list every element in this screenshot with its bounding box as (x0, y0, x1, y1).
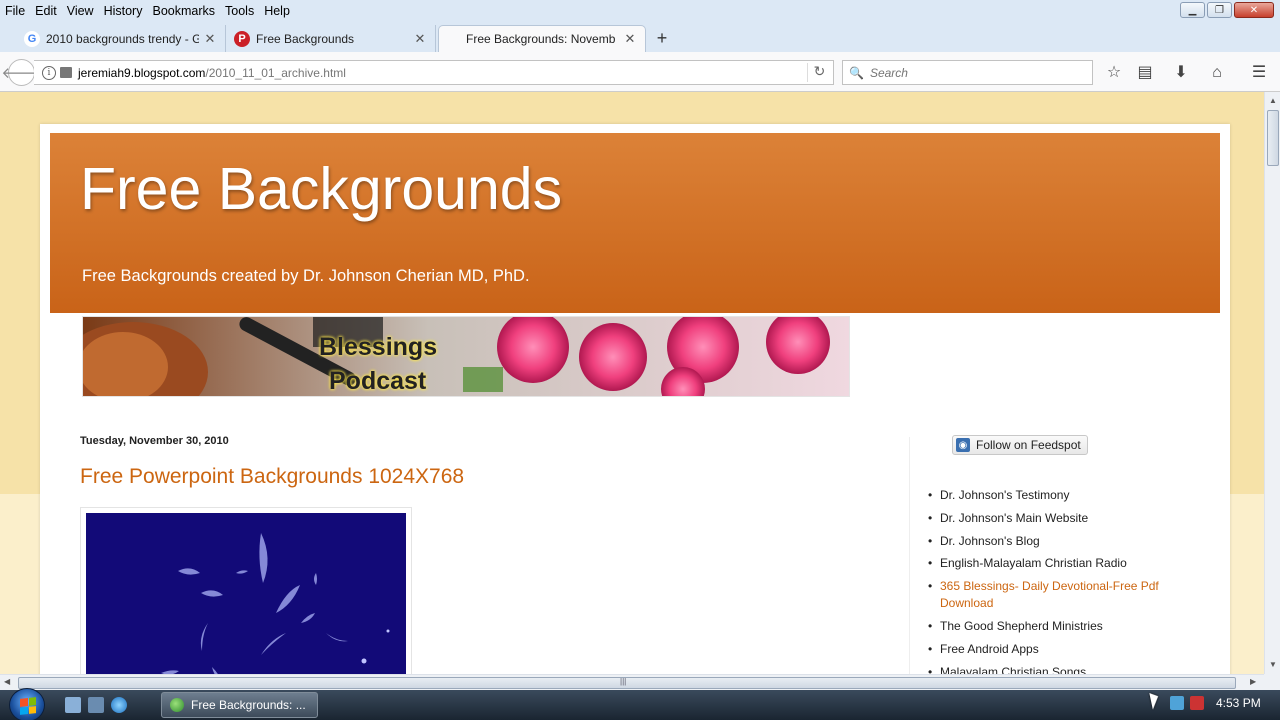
scroll-left-icon[interactable]: ◀ (4, 677, 10, 686)
start-button[interactable] (9, 688, 45, 720)
menu-view[interactable]: View (62, 4, 99, 18)
page-icon (60, 67, 72, 78)
horizontal-scroll-thumb[interactable] (18, 677, 1236, 689)
menu-bar: File Edit View History Bookmarks Tools H… (0, 0, 1280, 21)
reload-icon[interactable]: ↻ (807, 63, 827, 82)
rss-icon: ◉ (956, 438, 970, 452)
window-controls: ▁ ❐ ✕ (1180, 2, 1274, 18)
show-desktop-icon[interactable] (65, 697, 81, 713)
post-date: Tuesday, November 30, 2010 (80, 435, 229, 447)
download-icon[interactable]: ⬇ (1170, 62, 1192, 84)
sidebar-link[interactable]: The Good Shepherd Ministries (928, 618, 1188, 635)
falling-petals-image (161, 533, 390, 674)
scroll-up-icon[interactable]: ▲ (1268, 96, 1278, 106)
vertical-scroll-thumb[interactable] (1267, 110, 1279, 166)
sidebar-link[interactable]: Dr. Johnson's Testimony (928, 487, 1188, 504)
windows-taskbar: Free Backgrounds: ... 4:53 PM (0, 688, 1280, 720)
page-viewport: Free Backgrounds Free Backgrounds create… (0, 92, 1264, 674)
blessings-podcast-banner[interactable]: Blessings Podcast (82, 316, 850, 397)
taskbar-firefox-window[interactable]: Free Backgrounds: ... (161, 692, 318, 718)
menu-file[interactable]: File (0, 4, 30, 18)
bookmark-star-icon[interactable]: ☆ (1103, 62, 1125, 84)
system-tray: 4:53 PM (1170, 696, 1261, 710)
blog-content: Free Backgrounds Free Backgrounds create… (40, 124, 1230, 674)
pinterest-icon: P (234, 30, 250, 47)
close-tab-icon[interactable]: ✕ (203, 31, 217, 47)
sidebar-link[interactable]: Free Android Apps (928, 641, 1188, 658)
clock[interactable]: 4:53 PM (1216, 696, 1261, 710)
tab-label: Free Backgrounds: Novemb (466, 32, 616, 46)
search-icon: 🔍 (849, 65, 864, 80)
sidebar-divider (909, 437, 910, 674)
url-path: /2010_11_01_archive.html (205, 65, 346, 80)
google-icon: G (24, 30, 40, 47)
taskbar-window-label: Free Backgrounds: ... (191, 698, 306, 712)
info-icon[interactable]: i (42, 65, 56, 80)
close-tab-icon[interactable]: ✕ (413, 31, 427, 47)
post-title[interactable]: Free Powerpoint Backgrounds 1024X768 (80, 465, 464, 489)
navigation-bar: 🡐 i jeremiah9.blogspot.com /2010_11_01_a… (0, 52, 1280, 92)
bookmarks-library-icon[interactable]: ▤ (1134, 62, 1156, 84)
url-host: jeremiah9.blogspot.com (78, 65, 206, 80)
sidebar-link[interactable]: English-Malayalam Christian Radio (928, 555, 1188, 572)
url-bar[interactable]: i jeremiah9.blogspot.com /2010_11_01_arc… (34, 60, 834, 85)
tab-free-backgrounds-active[interactable]: Free Backgrounds: Novemb ✕ (438, 25, 646, 52)
windows-logo-icon (20, 697, 36, 715)
banner-title-line1: Blessings (319, 333, 438, 361)
volume-muted-icon[interactable] (1190, 696, 1204, 710)
tab-label: 2010 backgrounds trendy - G (46, 31, 199, 46)
vertical-scrollbar[interactable]: ▲ ▼ (1264, 92, 1280, 674)
close-tab-icon[interactable]: ✕ (623, 31, 637, 47)
home-icon[interactable]: ⌂ (1206, 62, 1228, 84)
scroll-right-icon[interactable]: ▶ (1250, 677, 1256, 686)
scroll-down-icon[interactable]: ▼ (1268, 660, 1278, 670)
menu-hamburger-icon[interactable]: ☰ (1248, 62, 1270, 84)
menu-help[interactable]: Help (259, 4, 295, 18)
new-tab-button[interactable]: + (652, 28, 672, 48)
minimize-button[interactable]: ▁ (1180, 2, 1205, 18)
feedspot-label: Follow on Feedspot (976, 438, 1081, 452)
blog-header: Free Backgrounds Free Backgrounds create… (50, 133, 1220, 313)
sidebar-link[interactable]: Malayalam Christian Songs (928, 664, 1188, 674)
close-window-button[interactable]: ✕ (1234, 2, 1274, 18)
tab-strip: G 2010 backgrounds trendy - G ✕ P Free B… (0, 21, 1280, 52)
search-input[interactable] (869, 65, 1080, 80)
blog-description: Free Backgrounds created by Dr. Johnson … (82, 267, 530, 285)
back-button[interactable]: 🡐 (1, 59, 42, 86)
banner-title-line2: Podcast (329, 367, 427, 395)
menu-tools[interactable]: Tools (220, 4, 259, 18)
sidebar-link-list: Dr. Johnson's Testimony Dr. Johnson's Ma… (928, 487, 1188, 674)
sidebar-link[interactable]: Dr. Johnson's Blog (928, 533, 1188, 550)
restore-button[interactable]: ❐ (1207, 2, 1232, 18)
sidebar-link-highlighted[interactable]: 365 Blessings- Daily Devotional-Free Pdf… (928, 578, 1188, 612)
tab-label: Free Backgrounds (256, 31, 355, 46)
tab-google-search[interactable]: G 2010 backgrounds trendy - G ✕ (16, 25, 226, 52)
network-icon[interactable] (1170, 696, 1184, 710)
scroll-grip-icon: ||| (620, 677, 627, 686)
blog-title[interactable]: Free Backgrounds (80, 155, 562, 223)
menu-edit[interactable]: Edit (30, 4, 62, 18)
scrollbar-corner (1264, 674, 1280, 690)
banner-image (83, 317, 849, 396)
firefox-icon (170, 698, 184, 712)
horizontal-scrollbar[interactable]: ◀ ||| ▶ (0, 674, 1264, 690)
menu-history[interactable]: History (99, 4, 148, 18)
post-image[interactable] (86, 513, 406, 674)
tab-pinterest[interactable]: P Free Backgrounds ✕ (226, 25, 436, 52)
menu-bookmarks[interactable]: Bookmarks (147, 4, 220, 18)
follow-feedspot-button[interactable]: ◉ Follow on Feedspot (952, 435, 1088, 455)
sidebar-link[interactable]: Dr. Johnson's Main Website (928, 510, 1188, 527)
switch-windows-icon[interactable] (88, 697, 104, 713)
internet-explorer-icon[interactable] (111, 697, 127, 713)
search-bar[interactable]: 🔍 (842, 60, 1093, 85)
